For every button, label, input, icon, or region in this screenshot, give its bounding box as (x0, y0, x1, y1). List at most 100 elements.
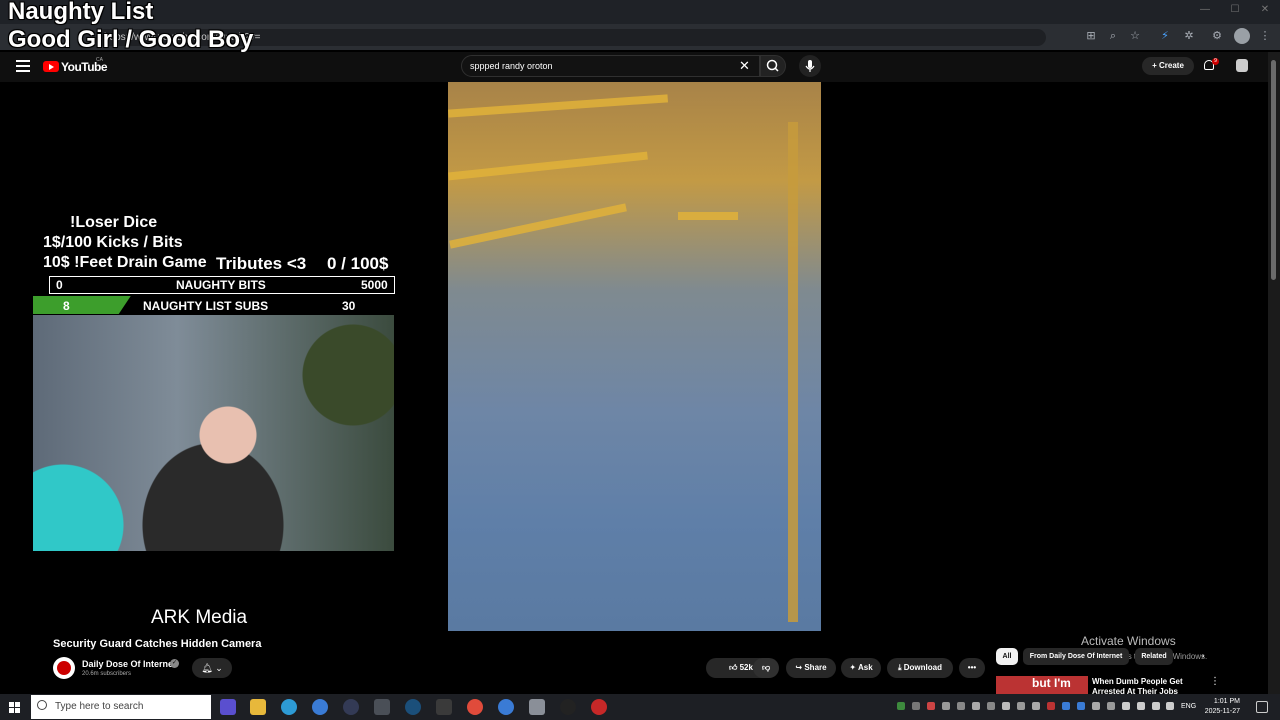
taskbar-app-icon[interactable] (312, 699, 328, 715)
maximize-icon[interactable]: ☐ (1226, 4, 1244, 18)
channel-name[interactable]: Daily Dose Of Internet (82, 659, 176, 669)
naughty-bits-goal: 5000 (361, 278, 388, 292)
activate-windows-title: Activate Windows (1081, 634, 1176, 648)
network-icon[interactable] (1122, 702, 1130, 710)
tray-icon[interactable] (1092, 702, 1100, 710)
obs-icon[interactable] (343, 699, 359, 715)
page-scrollbar-thumb[interactable] (1271, 60, 1276, 280)
browser-profile-avatar[interactable] (1234, 28, 1250, 44)
chrome-browser-icon[interactable] (467, 699, 483, 715)
video-frame-shelf-upright (788, 122, 798, 622)
tray-icon[interactable] (1166, 702, 1174, 710)
tray-icon[interactable] (987, 702, 995, 710)
taskbar-app-icon[interactable] (529, 699, 545, 715)
youtube-logo-icon[interactable] (43, 61, 59, 72)
microphone-icon (805, 60, 815, 72)
extensions-puzzle-icon[interactable]: ✲ (1182, 29, 1196, 43)
dislike-button[interactable]: 👎︎ (753, 658, 779, 678)
settings-gear-icon[interactable] (374, 699, 390, 715)
downloads-icon[interactable]: ⚙ (1210, 29, 1224, 43)
download-button[interactable]: ⤓ Download (887, 658, 953, 678)
taskbar-app-icon[interactable] (560, 699, 576, 715)
ask-label: Ask (857, 663, 873, 672)
thumbs-up-icon: 👍︎ (729, 663, 740, 672)
zoom-icon[interactable]: ⌕ (1106, 29, 1120, 43)
chip-from-channel[interactable]: From Daily Dose Of Internet (1023, 648, 1129, 665)
video-title: Security Guard Catches Hidden Camera (53, 638, 262, 650)
tray-icon[interactable] (1017, 702, 1025, 710)
tray-icon[interactable] (912, 702, 920, 710)
video-frame-shelf (447, 94, 669, 118)
download-label: Download (903, 663, 942, 672)
steam-icon[interactable] (405, 699, 421, 715)
menu-hamburger-icon[interactable] (16, 60, 30, 72)
close-window-icon[interactable]: ✕ (1256, 4, 1274, 18)
tray-icon[interactable] (942, 702, 950, 710)
naughty-list-title: Naughty List (8, 0, 154, 25)
share-button[interactable]: ↪ Share (786, 658, 836, 678)
bookmark-star-icon[interactable]: ☆ (1128, 29, 1142, 43)
chip-related[interactable]: Related (1135, 648, 1173, 665)
minimize-icon[interactable]: — (1196, 4, 1214, 18)
browser-tab-bar (0, 0, 1280, 24)
tray-icon[interactable] (972, 702, 980, 710)
tray-icon[interactable] (1137, 702, 1145, 710)
tray-icon[interactable] (1107, 702, 1115, 710)
browser-menu-icon[interactable]: ⋮ (1258, 29, 1272, 43)
chip-all[interactable]: All (996, 648, 1018, 665)
search-icon (766, 59, 779, 72)
edge-browser-icon[interactable] (281, 699, 297, 715)
voice-search-button[interactable] (799, 55, 821, 77)
related-video-menu-icon[interactable]: ⋮ (1210, 676, 1220, 687)
loser-dice-text: !Loser Dice (70, 214, 158, 231)
naughty-list-subs-goal: 30 (342, 299, 356, 313)
tray-icon[interactable] (1077, 702, 1085, 710)
video-frame-shelf (448, 151, 648, 181)
taskbar-app-icon[interactable] (498, 699, 514, 715)
tray-icon[interactable] (1032, 702, 1040, 710)
youtube-region-label: CA (96, 57, 103, 63)
taskbar-app-icon[interactable] (220, 699, 236, 715)
create-button[interactable]: + Create (1142, 57, 1194, 75)
good-girl-good-boy-title: Good Girl / Good Boy (8, 26, 254, 53)
taskbar-app-icon[interactable] (436, 699, 452, 715)
windows-start-icon[interactable] (9, 702, 20, 713)
subscription-bell-button[interactable]: 🔔︎ ⌄ (192, 658, 232, 678)
app-install-icon[interactable]: ⊞ (1084, 29, 1098, 43)
taskbar-search-input[interactable]: Type here to search (31, 695, 211, 719)
taskbar-app-icon[interactable] (591, 699, 607, 715)
tray-icon[interactable] (1062, 702, 1070, 710)
tray-icon[interactable] (927, 702, 935, 710)
notifications-center-icon[interactable] (1256, 701, 1268, 713)
channel-subscriber-count: 20.6m subscribers (82, 671, 132, 677)
naughty-bits-label: NAUGHTY BITS (176, 278, 266, 292)
kicks-bits-text: 1$/100 Kicks / Bits (43, 234, 183, 251)
ask-button[interactable]: ✦ Ask (841, 658, 881, 678)
clock-date: 2025-11-27 (1204, 708, 1240, 715)
streamer-webcam (33, 315, 394, 551)
bell-icon: 🔔︎ (201, 663, 213, 673)
verified-check-icon: ✓ (170, 659, 179, 668)
tray-icon[interactable] (957, 702, 965, 710)
language-indicator[interactable]: ENG (1181, 703, 1196, 710)
account-avatar[interactable] (1236, 59, 1248, 72)
tray-icon[interactable] (897, 702, 905, 710)
taskbar-search-icon (37, 700, 47, 710)
taskbar-clock[interactable]: 1:01 PM 2025-11-27 (1204, 697, 1240, 717)
chevron-down-icon: ⌄ (212, 663, 223, 673)
chips-next-chevron-icon[interactable]: › (1196, 648, 1210, 665)
video-player[interactable] (447, 82, 821, 631)
clear-search-icon[interactable]: ✕ (739, 58, 750, 74)
search-button[interactable] (760, 55, 786, 77)
extension-icon[interactable]: ⚡ (1158, 29, 1172, 43)
related-video-thumbnail[interactable]: but I'm (996, 676, 1088, 694)
more-actions-button[interactable]: ••• (959, 658, 985, 678)
channel-avatar[interactable] (53, 657, 75, 679)
ark-media-label: ARK Media (151, 607, 248, 628)
tray-icon[interactable] (1002, 702, 1010, 710)
volume-icon[interactable] (1152, 702, 1160, 710)
search-value[interactable]: sppped randy oroton (470, 61, 553, 71)
tray-icon[interactable] (1047, 702, 1055, 710)
file-explorer-icon[interactable] (250, 699, 266, 715)
plus-icon: + (1152, 61, 1159, 70)
